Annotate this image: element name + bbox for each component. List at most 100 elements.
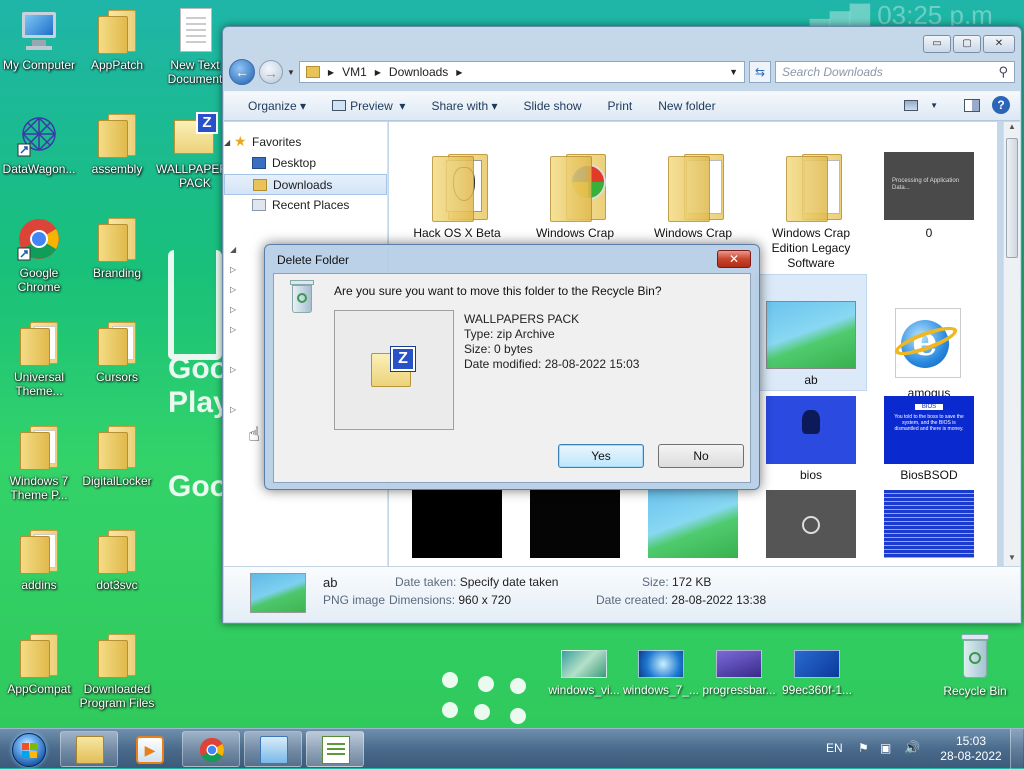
address-bar[interactable]: ▶ VM1 ▶ Downloads ▶ ▼: [298, 61, 745, 83]
desktop-icon-progressbar[interactable]: progressbar...: [698, 650, 780, 697]
clock[interactable]: 15:03 28-08-2022: [938, 734, 1004, 764]
file-item-ab[interactable]: ab: [755, 274, 867, 391]
folder-icon: [776, 152, 846, 222]
image-thumbnail: [716, 650, 762, 678]
minimize-button[interactable]: ▭: [923, 35, 951, 53]
desktop-icon-windows-7[interactable]: windows_7_...: [620, 650, 702, 697]
maximize-button[interactable]: ▢: [953, 35, 981, 53]
taskbar-notepad-button[interactable]: [306, 731, 364, 767]
nav-item-desktop[interactable]: Desktop: [224, 153, 387, 174]
desktop-icon-google-chrome[interactable]: Google Chrome: [0, 216, 78, 294]
breadcrumb-item-downloads[interactable]: Downloads: [389, 65, 448, 79]
search-icon: ⚲: [998, 64, 1008, 79]
desktop-icon-cursors[interactable]: Cursors: [78, 320, 156, 384]
desktop-icon-appcompat[interactable]: AppCompat: [0, 632, 78, 696]
details-file-name: ab: [323, 575, 338, 590]
image-thumbnail: Processing of Application Data...: [884, 152, 974, 220]
desktop-icon-label: AppCompat: [7, 682, 71, 696]
action-center-icon[interactable]: ⚑: [858, 741, 869, 755]
collapse-arrow-icon[interactable]: ◢: [224, 132, 230, 153]
desktop-icon-recycle-bin[interactable]: Recycle Bin: [934, 634, 1016, 698]
recent-pages-dropdown-icon[interactable]: ▼: [287, 68, 295, 77]
nav-item-downloads[interactable]: Downloads: [224, 174, 387, 195]
scrollbar-thumb[interactable]: [1006, 138, 1018, 258]
volume-icon[interactable]: 🔊: [904, 740, 920, 756]
scroll-down-icon[interactable]: ▼: [1004, 553, 1020, 567]
slide-show-button[interactable]: Slide show: [524, 99, 582, 113]
file-item-windows-crap-edition-legacy[interactable]: Windows Crap Edition Legacy Software: [755, 152, 867, 271]
file-info-size: Size: 0 bytes: [464, 342, 533, 356]
print-button[interactable]: Print: [608, 99, 633, 113]
close-button[interactable]: ✕: [983, 35, 1015, 53]
file-item-bios[interactable]: bios: [755, 396, 867, 483]
desktop-icon-my-computer[interactable]: My Computer: [0, 8, 78, 72]
taskbar-explorer-button[interactable]: [60, 731, 118, 767]
dialog-close-button[interactable]: ✕: [717, 250, 751, 268]
preview-icon: [332, 100, 347, 111]
folder-icon: [16, 424, 62, 470]
desktop-icon-windows7-theme[interactable]: Windows 7 Theme P...: [0, 424, 78, 502]
back-button[interactable]: ←: [229, 59, 255, 85]
taskbar-media-player-button[interactable]: ▶: [120, 731, 178, 767]
preview-button[interactable]: Preview ▾: [332, 99, 405, 113]
file-item-image-green[interactable]: [637, 490, 749, 562]
help-icon[interactable]: ?: [992, 96, 1010, 114]
desktop-icon-datawagon[interactable]: DataWagon...: [0, 112, 78, 176]
file-item-image-grey[interactable]: [755, 490, 867, 562]
address-dropdown-icon[interactable]: ▼: [729, 67, 738, 77]
forward-button[interactable]: →: [259, 60, 283, 84]
desktop-icon-digitallocker[interactable]: DigitalLocker: [78, 424, 156, 488]
details-pane: ab PNG image Date taken: Specify date ta…: [224, 566, 1020, 622]
breadcrumb-item-vm1[interactable]: VM1: [342, 65, 367, 79]
change-view-icon[interactable]: [904, 99, 919, 111]
organize-button[interactable]: Organize ▾: [248, 99, 306, 113]
desktop-icon-assembly[interactable]: assembly: [78, 112, 156, 176]
nav-item-recent-places[interactable]: Recent Places: [224, 195, 387, 216]
computer-icon: [16, 8, 62, 54]
date-taken-value[interactable]: Specify date taken: [460, 575, 559, 589]
file-item-biosbsod[interactable]: BIOS You told to the boss to save the sy…: [873, 396, 985, 483]
vertical-scrollbar[interactable]: ▲ ▼: [1003, 122, 1020, 567]
file-item-image-blue-text[interactable]: [873, 490, 985, 562]
desktop-icon-downloaded-program-files[interactable]: Downloaded Program Files: [78, 632, 156, 710]
nav-tree-collapsed-items[interactable]: ◢ ▷ ▷ ▷ ▷ ▷ ▷: [230, 240, 236, 420]
file-info-date: Date modified: 28-08-2022 15:03: [464, 357, 640, 371]
taskbar-chrome-button[interactable]: [182, 731, 240, 767]
file-item-0[interactable]: Processing of Application Data... 0: [873, 152, 985, 241]
file-item-amogus[interactable]: e amogus: [873, 302, 985, 401]
desktop-icon-99ec360f[interactable]: 99ec360f-1...: [776, 650, 858, 697]
scroll-up-icon[interactable]: ▲: [1004, 122, 1020, 136]
preview-pane-icon[interactable]: [964, 98, 980, 112]
view-dropdown-icon[interactable]: ▼: [930, 101, 938, 110]
show-desktop-button[interactable]: [1010, 729, 1023, 769]
search-input[interactable]: Search Downloads ⚲: [775, 61, 1015, 83]
file-item-hack-os-x-beta[interactable]: Hack OS X Beta: [401, 152, 513, 241]
desktop-icon-dot3svc[interactable]: dot3svc: [78, 528, 156, 592]
image-thumbnail: BIOS You told to the boss to save the sy…: [884, 396, 974, 464]
file-item-image-black-2[interactable]: [519, 490, 631, 562]
desktop-icon-universal-theme[interactable]: Universal Theme...: [0, 320, 78, 398]
desktop-icon-apppatch[interactable]: AppPatch: [78, 8, 156, 72]
network-icon[interactable]: ▣: [880, 741, 891, 755]
explorer-titlebar[interactable]: ▭ ▢ ✕: [223, 27, 1021, 61]
file-item-windows-crap-2[interactable]: Windows Crap: [637, 152, 749, 241]
desktop-icon-label: Cursors: [95, 370, 138, 384]
desktop-icon-addins[interactable]: addins: [0, 528, 78, 592]
breadcrumb-separator-icon: ▶: [327, 67, 335, 77]
image-thumbnail: [766, 490, 856, 558]
start-button[interactable]: [4, 731, 52, 767]
share-with-button[interactable]: Share with ▾: [431, 99, 497, 113]
new-folder-button[interactable]: New folder: [658, 99, 715, 113]
file-item-windows-crap-1[interactable]: Windows Crap: [519, 152, 631, 241]
delete-folder-dialog: Delete Folder ✕ Are you sure you want to…: [264, 244, 760, 490]
desktop-icon-branding[interactable]: Branding: [78, 216, 156, 280]
nav-item-favorites[interactable]: ◢ ★ Favorites: [224, 132, 387, 153]
yes-button[interactable]: Yes: [558, 444, 644, 468]
desktop-icon-label: addins: [21, 578, 57, 592]
file-item-image-black-1[interactable]: [401, 490, 513, 562]
language-indicator[interactable]: EN: [826, 741, 843, 755]
no-button[interactable]: No: [658, 444, 744, 468]
taskbar-control-panel-button[interactable]: [244, 731, 302, 767]
refresh-icon[interactable]: ⇆: [749, 61, 771, 83]
desktop-icon-windows-vi[interactable]: windows_vi...: [543, 650, 625, 697]
